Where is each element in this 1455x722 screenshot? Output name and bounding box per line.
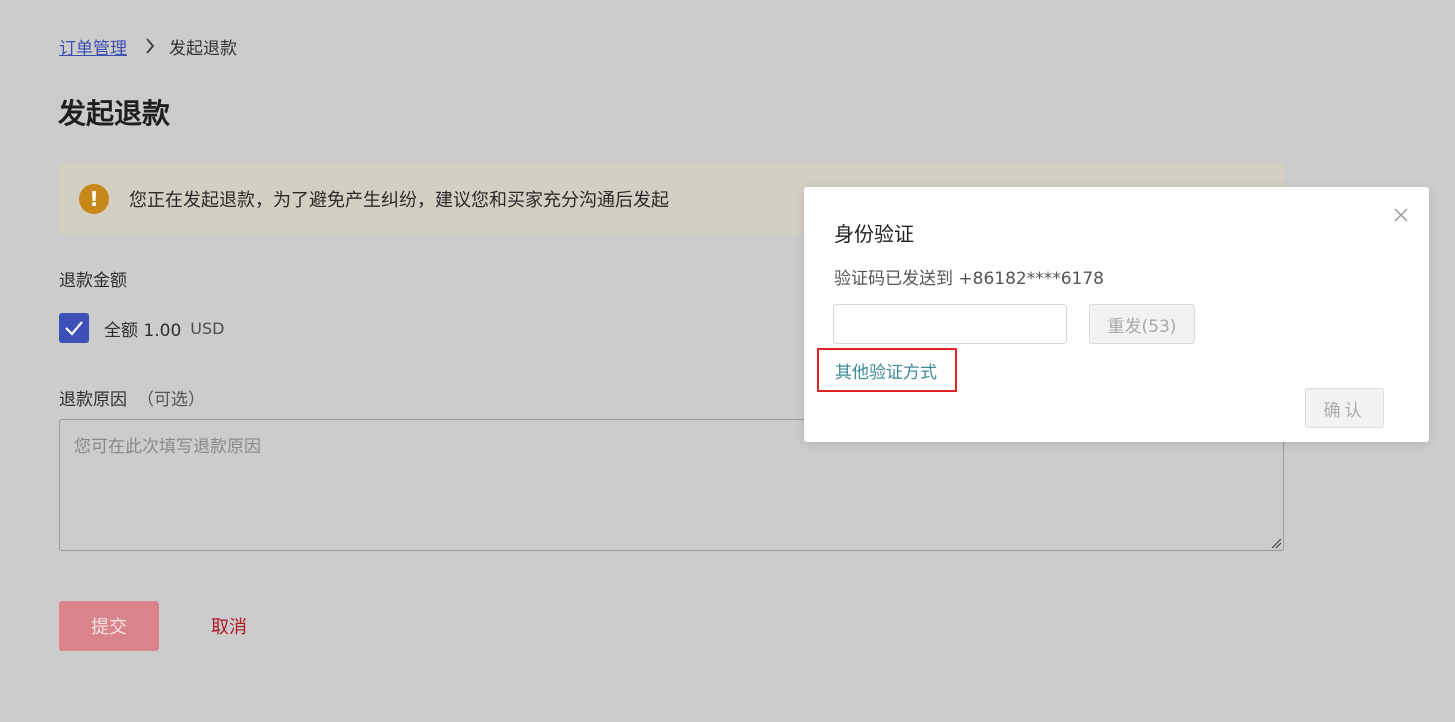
page-title: 发起退款 <box>58 97 171 130</box>
verification-code-input <box>833 304 1067 344</box>
submit-button[interactable]: 提交 <box>59 601 159 651</box>
cancel-link[interactable]: 取消 <box>211 613 247 639</box>
checkmark-icon <box>65 321 83 336</box>
warning-icon: ! <box>79 183 109 214</box>
refund-amount-label: 退款金额 <box>59 271 127 291</box>
code-digit-input[interactable] <box>834 305 1066 343</box>
resize-grip-icon[interactable] <box>1270 537 1282 549</box>
refund-reason-label: 退款原因 （可选） <box>59 385 205 410</box>
identity-verification-dialog: 身份验证 验证码已发送到 +86182****6178 重发(53) 其他验证方… <box>804 187 1429 442</box>
optional-hint: （可选） <box>137 390 205 410</box>
alert-text: 您正在发起退款，为了避免产生纠纷，建议您和买家充分沟通后发起 <box>129 189 669 211</box>
breadcrumb: 订单管理 发起退款 <box>59 33 237 59</box>
currency-label: USD <box>190 318 225 338</box>
confirm-button[interactable]: 确认 <box>1305 388 1384 428</box>
dialog-title: 身份验证 <box>834 222 914 246</box>
other-verification-method-link[interactable]: 其他验证方式 <box>817 348 957 392</box>
code-sent-message: 验证码已发送到 +86182****6178 <box>834 269 1104 289</box>
resend-button[interactable]: 重发(53) <box>1089 304 1195 344</box>
breadcrumb-current: 发起退款 <box>169 38 237 59</box>
close-icon[interactable] <box>1393 207 1409 223</box>
other-verification-method-label: 其他验证方式 <box>835 362 937 383</box>
refund-reason-label-text: 退款原因 <box>59 390 127 410</box>
full-amount-checkbox[interactable] <box>59 313 89 343</box>
chevron-right-icon <box>145 38 155 54</box>
full-amount-label: 全额 1.00 <box>104 320 182 341</box>
breadcrumb-order-management-link[interactable]: 订单管理 <box>59 34 127 59</box>
full-amount-option: 全额 1.00 USD <box>59 313 224 343</box>
